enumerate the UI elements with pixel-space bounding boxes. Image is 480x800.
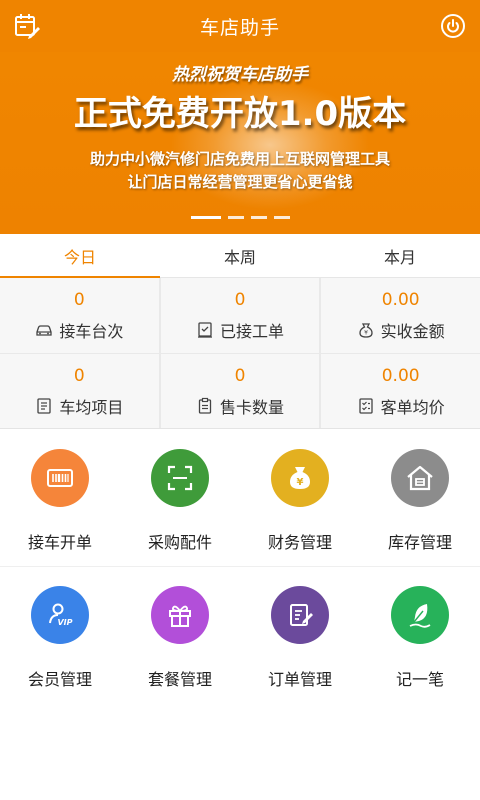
stat-work-orders[interactable]: 0 已接工单 [160, 278, 320, 353]
stat-cars-received[interactable]: 0 接车台次 [0, 278, 159, 353]
func-label: 采购配件 [147, 533, 212, 552]
stat-label: 已接工单 [219, 321, 284, 341]
stat-cards-sold[interactable]: 0 售卡数量 [160, 354, 320, 429]
func-packages[interactable]: 套餐管理 [120, 566, 240, 705]
func-label: 财务管理 [267, 533, 332, 552]
carousel-dot[interactable] [273, 216, 290, 219]
stat-label: 售卡数量 [219, 397, 284, 417]
period-tabs: 今日 本周 本月 [0, 234, 480, 278]
carousel-dot[interactable] [190, 216, 221, 219]
page-title: 车店助手 [199, 16, 280, 39]
checklist-icon [359, 397, 373, 414]
stat-value: 0 [73, 289, 85, 310]
banner-title: 正式免费开放1.0版本 [73, 94, 407, 134]
stat-label: 接车台次 [59, 321, 124, 341]
stat-projects-per-car[interactable]: 0 车均项目 [0, 354, 159, 429]
stat-label-row: 车均项目 [35, 394, 123, 418]
stats-grid: 0 接车台次 0 已接工单 0.00 ¥ 实收金额 0 车均项目 0 售卡数量 … [0, 278, 480, 429]
stat-revenue[interactable]: 0.00 ¥ 实收金额 [321, 278, 480, 353]
banner-subtitle-2: 让门店日常经营管理更省心更省钱 [127, 173, 353, 191]
stat-value: 0.00 [381, 365, 420, 386]
clipboard-icon [198, 397, 212, 414]
func-inventory[interactable]: 库存管理 [360, 429, 480, 566]
svg-text:¥: ¥ [297, 477, 304, 488]
tab-this-week[interactable]: 本周 [160, 234, 320, 277]
work-order-icon [197, 321, 212, 338]
scan-frame-icon [151, 449, 209, 507]
func-quick-record[interactable]: 记一笔 [360, 566, 480, 705]
barcode-card-icon [31, 449, 89, 507]
stat-label-row: 售卡数量 [196, 394, 284, 418]
stat-label-row: 客单均价 [357, 394, 445, 418]
func-vehicle-intake[interactable]: 接车开单 [0, 429, 120, 566]
function-grid: 接车开单 采购配件 ¥ 财务管理 库存管理 VIP 会员管理 套餐管理 订单管理… [0, 429, 480, 705]
stat-label: 实收金额 [380, 321, 445, 341]
stat-label: 客单均价 [380, 397, 445, 417]
warehouse-icon [391, 449, 449, 507]
stat-label-row: ¥ 实收金额 [357, 318, 445, 342]
func-orders[interactable]: 订单管理 [240, 566, 360, 705]
stat-average-ticket[interactable]: 0.00 客单均价 [321, 354, 480, 429]
stat-value: 0 [73, 365, 85, 386]
func-purchase-parts[interactable]: 采购配件 [120, 429, 240, 566]
edit-calendar-icon[interactable] [13, 12, 41, 40]
power-icon[interactable] [439, 12, 467, 40]
stat-label-row: 接车台次 [35, 318, 123, 342]
stat-label: 车均项目 [59, 397, 124, 417]
svg-text:¥: ¥ [364, 329, 368, 336]
func-label: 库存管理 [387, 533, 452, 552]
banner-headline: 热烈祝贺车店助手 [172, 65, 308, 85]
func-finance[interactable]: ¥ 财务管理 [240, 429, 360, 566]
stat-value: 0.00 [381, 289, 420, 310]
project-list-icon [37, 397, 51, 414]
money-bag-icon: ¥ [271, 449, 329, 507]
feather-pen-icon [391, 586, 449, 644]
carousel-indicator [0, 216, 480, 219]
app-header: 车店助手 [0, 0, 480, 52]
promo-banner[interactable]: 热烈祝贺车店助手 正式免费开放1.0版本 助力中小微汽修门店免费用上互联网管理工… [0, 52, 480, 234]
money-bag-icon: ¥ [359, 322, 373, 338]
func-label: 会员管理 [27, 670, 92, 689]
func-label: 套餐管理 [147, 670, 212, 689]
vip-member-icon: VIP [31, 586, 89, 644]
func-label: 订单管理 [267, 670, 332, 689]
gift-icon [151, 586, 209, 644]
order-edit-icon [271, 586, 329, 644]
divider [0, 566, 480, 567]
stat-value: 0 [234, 365, 246, 386]
tab-this-month[interactable]: 本月 [320, 234, 480, 277]
stat-label-row: 已接工单 [196, 318, 284, 342]
func-label: 接车开单 [27, 533, 92, 552]
func-label: 记一笔 [395, 670, 444, 689]
tab-today[interactable]: 今日 [0, 234, 160, 278]
stat-value: 0 [234, 289, 246, 310]
func-members[interactable]: VIP 会员管理 [0, 566, 120, 705]
svg-text:VIP: VIP [57, 618, 72, 627]
carousel-dot[interactable] [250, 216, 267, 219]
carousel-dot[interactable] [227, 216, 244, 219]
banner-subtitle-1: 助力中小微汽修门店免费用上互联网管理工具 [89, 150, 390, 168]
car-icon [36, 324, 52, 336]
